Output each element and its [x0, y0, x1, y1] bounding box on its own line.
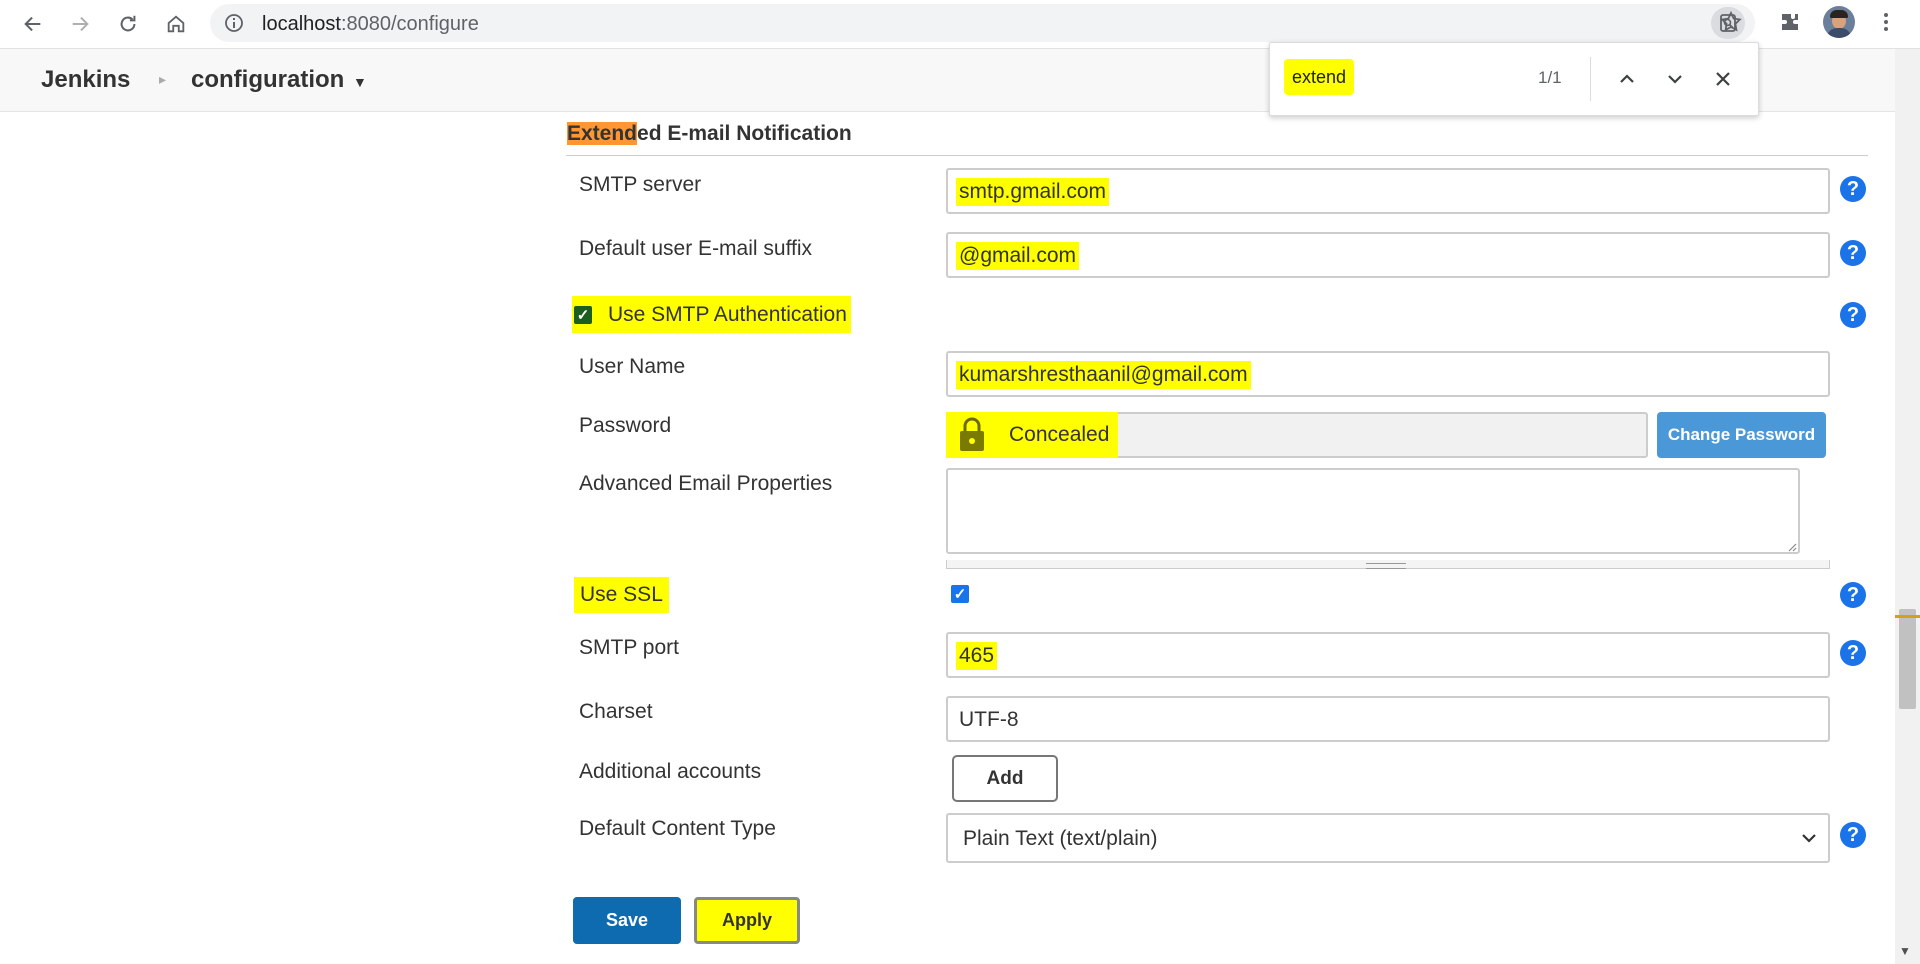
find-input[interactable]: extend	[1284, 59, 1355, 95]
user-name-input[interactable]: kumarshresthaanil@gmail.com	[946, 351, 1830, 397]
resize-handle-icon[interactable]	[1785, 540, 1797, 552]
breadcrumb-jenkins[interactable]: Jenkins	[41, 66, 130, 94]
smtp-server-label: SMTP server	[579, 173, 702, 196]
content-type-label: Default Content Type	[579, 817, 776, 840]
forward-icon[interactable]	[64, 8, 96, 40]
smtp-server-value: smtp.gmail.com	[956, 178, 1110, 206]
extensions-icon[interactable]	[1774, 6, 1806, 38]
smtp-auth-checkbox[interactable]: ✓	[574, 305, 592, 324]
smtp-port-value: 465	[956, 642, 998, 670]
use-ssl-checkbox[interactable]: ✓	[951, 585, 969, 603]
scrollbar-thumb[interactable]	[1899, 609, 1916, 709]
avatar[interactable]	[1823, 6, 1855, 38]
find-divider	[1590, 57, 1591, 101]
breadcrumb-configuration[interactable]: configuration	[191, 66, 344, 94]
reload-icon[interactable]	[112, 8, 144, 40]
adv-email-label: Advanced Email Properties	[579, 472, 833, 495]
chevron-down-icon[interactable]: ▼	[353, 74, 367, 90]
find-match-count: 1/1	[1538, 68, 1562, 87]
more-menu-icon[interactable]	[1870, 6, 1902, 38]
chevron-down-icon	[1802, 834, 1816, 843]
smtp-port-input[interactable]: 465	[946, 632, 1830, 678]
email-suffix-input[interactable]: @gmail.com	[946, 232, 1830, 278]
help-icon[interactable]: ?	[1840, 822, 1866, 848]
info-icon[interactable]	[224, 13, 244, 33]
help-icon[interactable]: ?	[1840, 640, 1866, 666]
help-icon[interactable]: ?	[1840, 176, 1866, 202]
section-divider	[566, 155, 1868, 156]
breadcrumb-separator-icon: ▸	[159, 71, 167, 87]
user-name-value: kumarshresthaanil@gmail.com	[956, 361, 1251, 389]
scrollbar[interactable]	[1895, 49, 1920, 964]
smtp-auth-row[interactable]: ✓ Use SMTP Authentication	[572, 296, 851, 333]
password-concealed-text: Concealed	[1009, 423, 1110, 446]
find-previous-icon[interactable]	[1611, 63, 1643, 95]
save-button[interactable]: Save	[573, 897, 681, 944]
content-type-select[interactable]: Plain Text (text/plain)	[946, 813, 1830, 863]
smtp-server-input[interactable]: smtp.gmail.com	[946, 168, 1830, 214]
star-icon[interactable]	[1714, 6, 1748, 38]
grip-icon[interactable]	[1366, 563, 1406, 569]
back-icon[interactable]	[17, 8, 49, 40]
change-password-button[interactable]: Change Password	[1657, 412, 1826, 458]
add-account-button[interactable]: Add	[952, 755, 1058, 802]
charset-input[interactable]: UTF-8	[946, 696, 1830, 742]
smtp-auth-label: Use SMTP Authentication	[608, 302, 847, 326]
help-icon[interactable]: ?	[1840, 582, 1866, 608]
password-label: Password	[579, 414, 672, 437]
address-bar[interactable]: localhost:8080/configure	[210, 4, 1755, 42]
smtp-port-label: SMTP port	[579, 636, 679, 659]
find-next-icon[interactable]	[1659, 63, 1691, 95]
find-match-marker	[1895, 615, 1920, 618]
find-bar: extend 1/1	[1269, 42, 1759, 116]
url-host: localhost	[262, 13, 341, 35]
email-suffix-label: Default user E-mail suffix	[579, 237, 813, 260]
charset-value: UTF-8	[959, 708, 1019, 731]
use-ssl-label: Use SSL	[574, 577, 669, 613]
section-title-match: Extend	[567, 122, 638, 145]
adv-email-textarea[interactable]	[946, 468, 1800, 554]
help-icon[interactable]: ?	[1840, 240, 1866, 266]
content-type-value: Plain Text (text/plain)	[963, 827, 1158, 850]
close-icon[interactable]	[1707, 63, 1739, 95]
user-name-label: User Name	[579, 355, 686, 378]
scroll-down-icon[interactable]: ▼	[1899, 944, 1911, 958]
help-icon[interactable]: ?	[1840, 302, 1866, 328]
additional-accounts-label: Additional accounts	[579, 760, 762, 783]
email-suffix-value: @gmail.com	[956, 242, 1080, 270]
section-title: Extended E-mail Notification	[567, 122, 852, 146]
url-text[interactable]: localhost:8080/configure	[262, 13, 479, 36]
charset-label: Charset	[579, 700, 653, 723]
lock-icon	[960, 417, 984, 451]
home-icon[interactable]	[160, 8, 192, 40]
section-title-rest: ed E-mail Notification	[637, 122, 852, 145]
url-path: :8080/configure	[340, 13, 479, 35]
apply-button[interactable]: Apply	[694, 897, 800, 944]
